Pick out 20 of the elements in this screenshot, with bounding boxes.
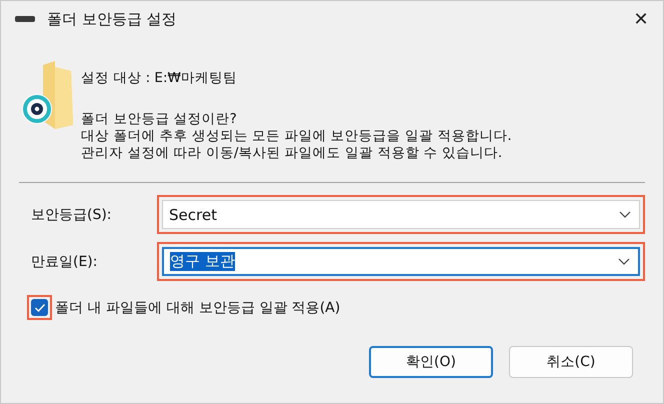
- gear-icon: [21, 93, 53, 125]
- folder-icon: [41, 61, 75, 129]
- window-title: 폴더 보안등급 설정: [47, 10, 178, 28]
- checkbox[interactable]: [31, 299, 48, 316]
- ok-button[interactable]: 확인(O): [369, 346, 493, 378]
- info-heading: 폴더 보안등급 설정이란?: [81, 111, 238, 128]
- dropdown-field[interactable]: 영구 보관: [162, 247, 640, 276]
- field-label: 보안등급(S):: [31, 206, 113, 224]
- info-text: 대상 폴더에 추후 생성되는 모든 파일에 보안등급을 일괄 적용합니다.: [81, 128, 512, 145]
- chevron-down-icon: [618, 258, 630, 265]
- cancel-button[interactable]: 취소(C): [509, 346, 633, 378]
- chevron-down-icon: [619, 211, 631, 218]
- field-label: 만료일(E):: [31, 252, 98, 270]
- target-path-text: 설정 대상 : E:₩마케팅팀: [81, 69, 238, 87]
- close-button[interactable]: ✕: [619, 1, 663, 37]
- info-text: 관리자 설정에 따라 이동/복사된 파일에도 일괄 적용할 수 있습니다.: [81, 145, 504, 162]
- checkmark-icon: [34, 302, 46, 312]
- checkbox-label: 폴더 내 파일들에 대해 보안등급 일괄 적용(A): [55, 298, 340, 316]
- drive-icon: [15, 16, 35, 22]
- dropdown-field[interactable]: Secret: [162, 200, 640, 229]
